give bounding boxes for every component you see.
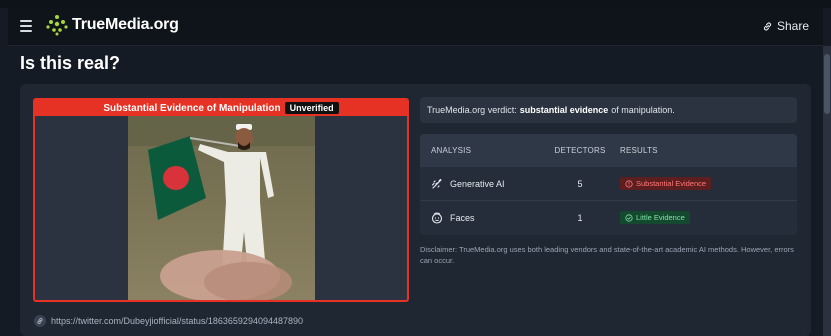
- detector-count: 5: [577, 178, 583, 189]
- result-badge-little: Little Evidence: [620, 211, 690, 224]
- result-text: Little Evidence: [636, 213, 685, 222]
- header-results: RESULTS: [620, 145, 658, 155]
- manipulation-banner: Substantial Evidence of Manipulation Unv…: [35, 100, 407, 116]
- verdict-prefix: TrueMedia.org verdict:: [427, 105, 517, 115]
- table-row-generative-ai[interactable]: Generative AI 5 Substantial Evidence: [420, 166, 797, 200]
- analysis-name: Faces: [450, 212, 475, 223]
- check-circle-icon: [625, 213, 633, 222]
- link-icon: [34, 315, 46, 327]
- menu-icon[interactable]: [20, 20, 32, 32]
- analyzed-photo: [128, 116, 315, 300]
- verdict-suffix: of manipulation.: [611, 105, 675, 115]
- media-panel: Substantial Evidence of Manipulation Unv…: [33, 98, 409, 302]
- detector-count: 1: [577, 212, 583, 223]
- result-badge-substantial: Substantial Evidence: [620, 177, 712, 190]
- face-icon: [431, 212, 443, 224]
- share-button[interactable]: Share: [762, 19, 809, 33]
- share-label: Share: [776, 19, 809, 33]
- scrollbar-thumb[interactable]: [824, 54, 830, 114]
- link-icon: [763, 21, 772, 31]
- analysis-table: ANALYSIS DETECTORS RESULTS Generative AI…: [420, 134, 797, 235]
- source-url[interactable]: https://twitter.com/Dubeyjiofficial/stat…: [51, 316, 303, 326]
- table-header: ANALYSIS DETECTORS RESULTS: [420, 134, 797, 166]
- header-analysis: ANALYSIS: [431, 145, 472, 155]
- page-title: Is this real?: [20, 53, 121, 73]
- banner-text: Substantial Evidence of Manipulation: [103, 102, 281, 114]
- result-text: Substantial Evidence: [636, 179, 707, 188]
- alert-circle-icon: [625, 179, 633, 188]
- unverified-tag: Unverified: [284, 102, 339, 114]
- disclaimer: Disclaimer: TrueMedia.org uses both lead…: [420, 245, 794, 265]
- table-row-faces[interactable]: Faces 1 Little Evidence: [420, 200, 797, 234]
- logo-text: TrueMedia.org: [72, 16, 179, 33]
- source-link[interactable]: https://twitter.com/Dubeyjiofficial/stat…: [34, 315, 303, 327]
- app-header: TrueMedia.org Share: [8, 8, 823, 46]
- header-detectors: DETECTORS: [554, 145, 606, 155]
- verdict-box: TrueMedia.org verdict: substantial evide…: [420, 97, 797, 123]
- verdict-emphasis: substantial evidence: [519, 105, 609, 115]
- top-strip: [0, 0, 831, 8]
- generative-ai-icon: [431, 178, 442, 189]
- page-scrollbar[interactable]: [823, 46, 831, 336]
- analysis-name: Generative AI: [450, 178, 505, 189]
- logo[interactable]: TrueMedia.org: [46, 14, 179, 36]
- truemedia-logo-icon: [46, 15, 68, 36]
